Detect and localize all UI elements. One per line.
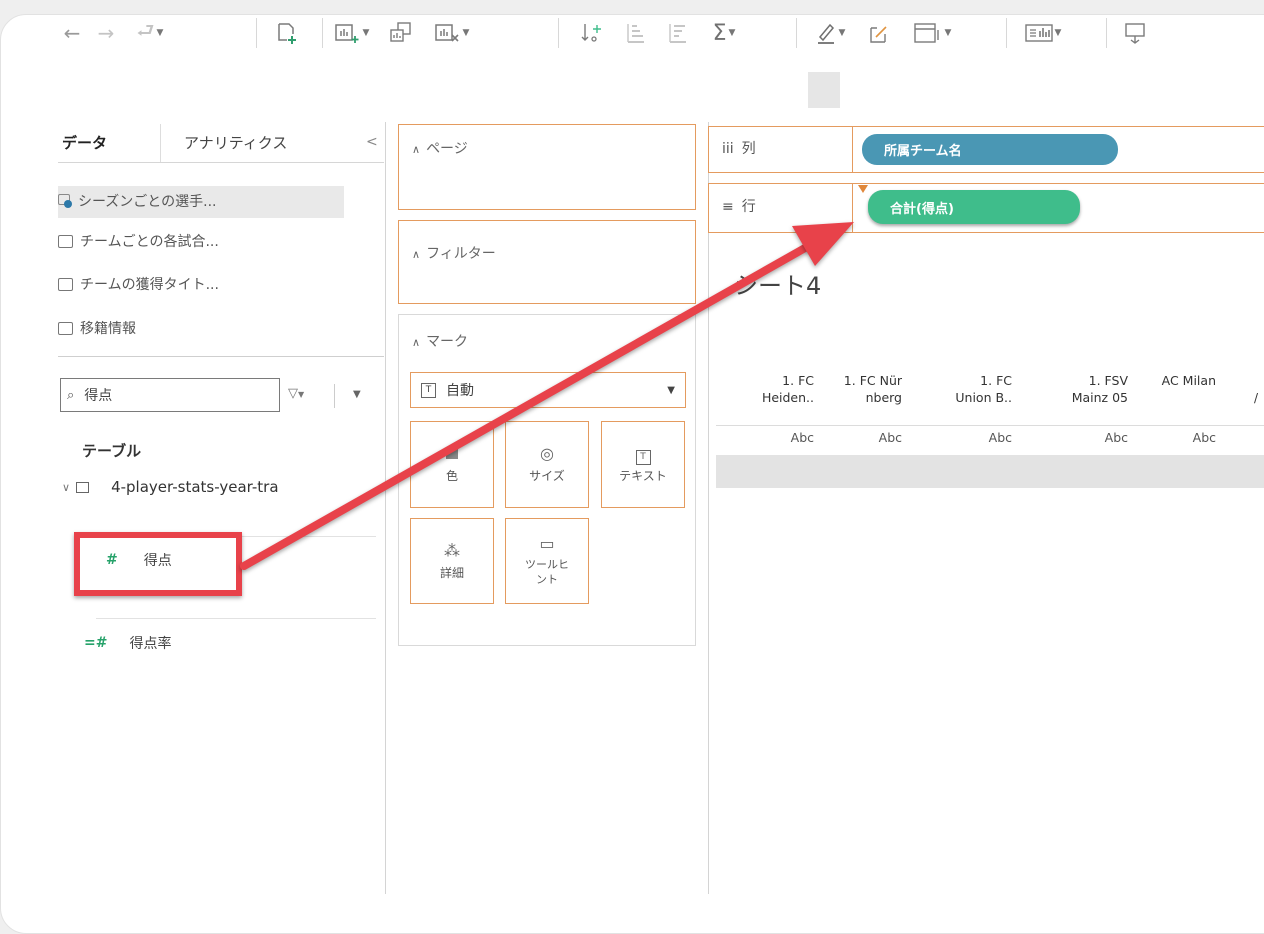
size-icon: ◎ [540, 444, 554, 463]
column-header[interactable]: 1. FC Union B.. [904, 372, 1012, 406]
presentation-icon[interactable] [1120, 18, 1150, 48]
datasource-icon [58, 277, 73, 291]
field-item[interactable]: =# 得点率 [84, 633, 171, 653]
drop-indicator-icon [858, 185, 868, 193]
datasource-label: 移籍情報 [80, 321, 136, 337]
color-button[interactable]: 色 [410, 421, 494, 508]
field-label: 得点率 [129, 636, 172, 652]
datasource-icon [58, 321, 73, 335]
column-header[interactable]: 1. FSV Mainz 05 [1014, 372, 1128, 406]
color-icon [446, 445, 458, 463]
tooltip-button[interactable]: ▭ ツールヒント [505, 518, 589, 604]
datasource-label: チームごとの各試合... [80, 234, 219, 250]
datasource-item[interactable]: チームごとの各試合... [58, 231, 219, 251]
tab-analytics[interactable]: アナリティクス [184, 122, 287, 162]
field-search-input[interactable]: ⌕ 得点 [60, 378, 280, 412]
view-divider [708, 122, 709, 894]
filter-fields-icon[interactable]: ▽▼ [288, 386, 304, 401]
table-icon [76, 481, 90, 493]
datasource-active-icon [58, 194, 72, 208]
text-button[interactable]: T テキスト [601, 421, 685, 508]
rows-pill[interactable]: 合計(得点) [868, 190, 1080, 224]
pane-divider [385, 122, 386, 894]
new-datasource-icon[interactable] [272, 18, 300, 48]
sum-icon[interactable]: Σ ▼ [704, 18, 744, 48]
chevron-down-icon: ∨ [62, 480, 71, 494]
show-me-icon[interactable]: ▼ [1020, 18, 1066, 48]
pane-menu-icon[interactable]: ▼ [353, 389, 361, 400]
new-worksheet-icon[interactable]: ▼ [332, 18, 372, 48]
abc-cell: Abc [1104, 430, 1128, 445]
mark-type-select[interactable]: T 自動 ▼ [410, 372, 686, 408]
column-header[interactable]: 1. FC Nür nberg [818, 372, 902, 406]
text-mark-icon: T [421, 382, 436, 398]
abc-cell: Abc [1192, 430, 1216, 445]
sheet-title: シート4 [734, 272, 822, 300]
datasource-item[interactable]: チームの獲得タイト... [58, 274, 219, 294]
pages-shelf-title: ∧ ページ [412, 141, 468, 157]
column-header-cutoff: / [1254, 391, 1259, 405]
highlight-button-bg [808, 72, 840, 108]
datasource-label: シーズンごとの選手... [78, 194, 217, 210]
abc-cell: Abc [988, 430, 1012, 445]
tab-data[interactable]: データ [62, 122, 160, 162]
fit-icon[interactable]: ▼ [904, 18, 960, 48]
datasource-label: チームの獲得タイト... [80, 277, 219, 293]
filters-shelf-title: ∧ フィルター [412, 246, 496, 262]
sort-asc-icon[interactable] [620, 18, 650, 48]
mark-type-value: 自動 [446, 383, 474, 399]
duplicate-icon[interactable] [384, 18, 418, 48]
datasource-item[interactable]: シーズンごとの選手... [58, 191, 217, 211]
back-icon[interactable]: ← [60, 18, 84, 48]
empty-row-band [716, 455, 1264, 488]
rows-shelf-label: ≡ 行 [722, 199, 756, 215]
datasource-item[interactable]: 移籍情報 [58, 318, 136, 338]
column-header[interactable]: 1. FC Heiden.. [716, 372, 814, 406]
redo-icon[interactable]: ⮐ ▼ [128, 18, 172, 48]
search-value: 得点 [84, 388, 113, 404]
rows-icon: ≡ [722, 199, 734, 215]
columns-icon: iii [722, 141, 734, 157]
highlight-box [74, 532, 242, 596]
collapse-pane-icon[interactable]: < [366, 122, 378, 162]
annotate-icon[interactable] [864, 18, 894, 48]
clear-sheet-icon[interactable]: ▼ [430, 18, 474, 48]
table-name: 4-player-stats-year-tra [111, 478, 279, 496]
abc-cell: Abc [878, 430, 902, 445]
detail-button[interactable]: ⁂ 詳細 [410, 518, 494, 604]
pages-shelf[interactable] [398, 124, 696, 210]
table-row[interactable]: ∨ 4-player-stats-year-tra [62, 478, 279, 496]
columns-pill[interactable]: 所属チーム名 [862, 134, 1118, 165]
size-button[interactable]: ◎ サイズ [505, 421, 589, 508]
column-header[interactable]: AC Milan [1128, 372, 1216, 389]
search-icon: ⌕ [67, 387, 75, 403]
swap-icon[interactable] [576, 18, 606, 48]
sort-desc-icon[interactable] [662, 18, 692, 48]
text-icon: T [635, 445, 651, 465]
forward-icon[interactable]: → [94, 18, 118, 48]
highlight-icon[interactable]: ▼ [810, 18, 850, 48]
detail-icon: ⁂ [444, 540, 460, 560]
calculated-measure-icon: =# [84, 635, 108, 651]
chevron-down-icon: ▼ [667, 384, 675, 396]
section-title: テーブル [82, 442, 142, 460]
abc-cell: Abc [790, 430, 814, 445]
tooltip-icon: ▭ [539, 534, 555, 553]
marks-card-title: ∧ マーク [412, 334, 469, 350]
datasource-icon [58, 234, 73, 248]
columns-shelf-label: iii 列 [722, 141, 756, 157]
